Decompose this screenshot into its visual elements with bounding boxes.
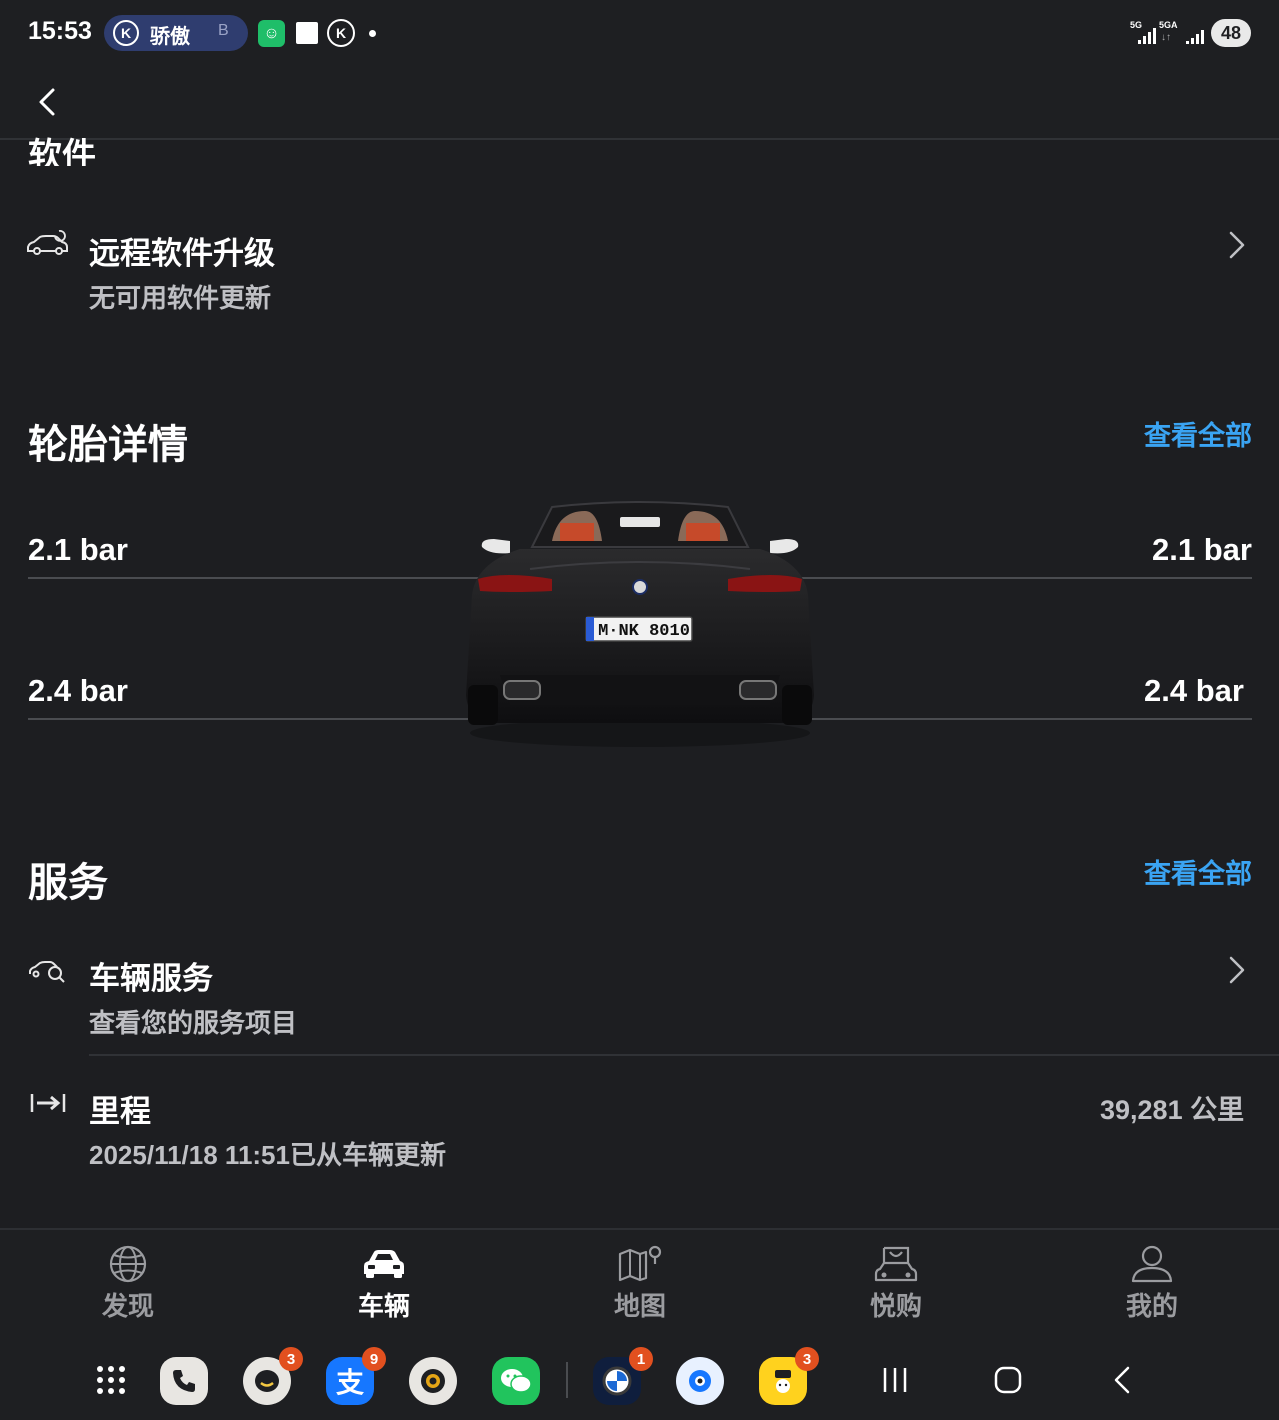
chevron-left-icon xyxy=(39,88,55,116)
nav-shop[interactable]: 悦购 xyxy=(826,1244,966,1323)
tire-front-right-pressure: 2.1 bar xyxy=(1152,532,1252,567)
square-notification-icon xyxy=(296,22,318,44)
camera-app-icon[interactable] xyxy=(409,1357,457,1405)
phone-icon xyxy=(173,1370,195,1392)
chevron-right-icon xyxy=(1229,231,1245,259)
wechat-icon xyxy=(501,1369,532,1393)
tires-view-all-link[interactable]: 查看全部 xyxy=(1144,414,1252,453)
nav-discover-label: 发现 xyxy=(101,1291,154,1321)
person-icon xyxy=(1131,1245,1173,1283)
remote-upgrade-subtitle: 无可用软件更新 xyxy=(89,283,272,313)
car-update-icon xyxy=(27,230,68,255)
clock: 15:53 xyxy=(28,17,92,45)
battery-indicator: 48 xyxy=(1211,19,1251,47)
vehicle-service-title: 车辆服务 xyxy=(89,961,213,996)
car-service-icon xyxy=(29,961,65,983)
mileage-row xyxy=(0,1070,1279,1190)
vehicle-service-subtitle: 查看您的服务项目 xyxy=(89,1008,298,1038)
shop-car-icon xyxy=(874,1246,918,1282)
k-app-icon: K xyxy=(327,19,355,47)
mileage-title: 里程 xyxy=(89,1094,151,1129)
service-view-all-link[interactable]: 查看全部 xyxy=(1144,852,1252,891)
service-divider xyxy=(89,1054,1279,1056)
nav-map[interactable]: 地图 xyxy=(570,1244,710,1323)
recent-apps-icon[interactable] xyxy=(880,1365,910,1395)
meituan-badge: 3 xyxy=(795,1347,819,1371)
alipay-icon: 支 xyxy=(335,1367,364,1398)
app-header xyxy=(0,66,1279,140)
lens-icon xyxy=(421,1369,445,1393)
chevron-right-icon xyxy=(1229,956,1245,984)
nav-shop-label: 悦购 xyxy=(869,1291,922,1321)
signal-5ga-icon: 5GA xyxy=(1159,20,1178,30)
wechat-app-icon[interactable] xyxy=(492,1357,540,1405)
dock-separator xyxy=(566,1362,568,1398)
data-arrows-icon: ↓↑ xyxy=(1161,32,1171,43)
meituan-icon xyxy=(775,1370,791,1393)
home-icon[interactable] xyxy=(993,1365,1023,1395)
car-rear-view-image: M·NK 8010 xyxy=(466,501,814,747)
browser-icon xyxy=(689,1370,711,1392)
k-app-icon: K xyxy=(113,20,139,46)
nav-vehicle[interactable]: 车辆 xyxy=(314,1244,454,1323)
car-icon xyxy=(364,1250,404,1278)
remote-upgrade-title: 远程软件升级 xyxy=(89,236,275,271)
wechat-notification-icon: ☺ xyxy=(258,20,285,47)
chat-app-badge: 3 xyxy=(279,1347,303,1371)
tire-front-left-pressure: 2.1 bar xyxy=(28,532,128,567)
more-notifications-dot xyxy=(369,30,376,37)
tire-rear-right-pressure: 2.4 bar xyxy=(1144,673,1244,708)
nav-profile-label: 我的 xyxy=(1125,1291,1178,1321)
smile-chat-icon xyxy=(255,1370,279,1392)
nav-map-label: 地图 xyxy=(613,1291,666,1321)
tire-section-title: 轮胎详情 xyxy=(28,423,188,467)
distance-icon xyxy=(30,1094,66,1112)
bmw-logo-icon xyxy=(602,1366,632,1396)
nav-profile[interactable]: 我的 xyxy=(1082,1244,1222,1323)
nav-vehicle-label: 车辆 xyxy=(357,1291,410,1321)
software-section-title: 软件 xyxy=(28,137,96,166)
signal-bars-2-icon xyxy=(1186,28,1204,44)
signal-bars-1-icon xyxy=(1138,28,1156,44)
map-icon xyxy=(618,1245,662,1282)
browser-app-icon[interactable] xyxy=(676,1357,724,1405)
back-button[interactable] xyxy=(28,82,68,122)
notification-pill-text: 骄傲 xyxy=(150,26,190,48)
mileage-value: 39,281 公里 xyxy=(1100,1095,1245,1125)
globe-icon xyxy=(109,1245,147,1283)
app-drawer-icon[interactable] xyxy=(95,1364,127,1396)
license-plate: M·NK 8010 xyxy=(598,622,690,641)
notification-pill-suffix: B xyxy=(218,22,229,39)
phone-app-icon[interactable] xyxy=(160,1357,208,1405)
tire-rear-left-pressure: 2.4 bar xyxy=(28,673,128,708)
nav-discover[interactable]: 发现 xyxy=(58,1244,198,1323)
mileage-updated-subtitle: 2025/11/18 11:51已从车辆更新 xyxy=(89,1140,446,1170)
service-section-title: 服务 xyxy=(28,861,108,905)
alipay-badge: 9 xyxy=(362,1347,386,1371)
system-back-icon[interactable] xyxy=(1108,1365,1138,1395)
bmw-badge: 1 xyxy=(629,1347,653,1371)
